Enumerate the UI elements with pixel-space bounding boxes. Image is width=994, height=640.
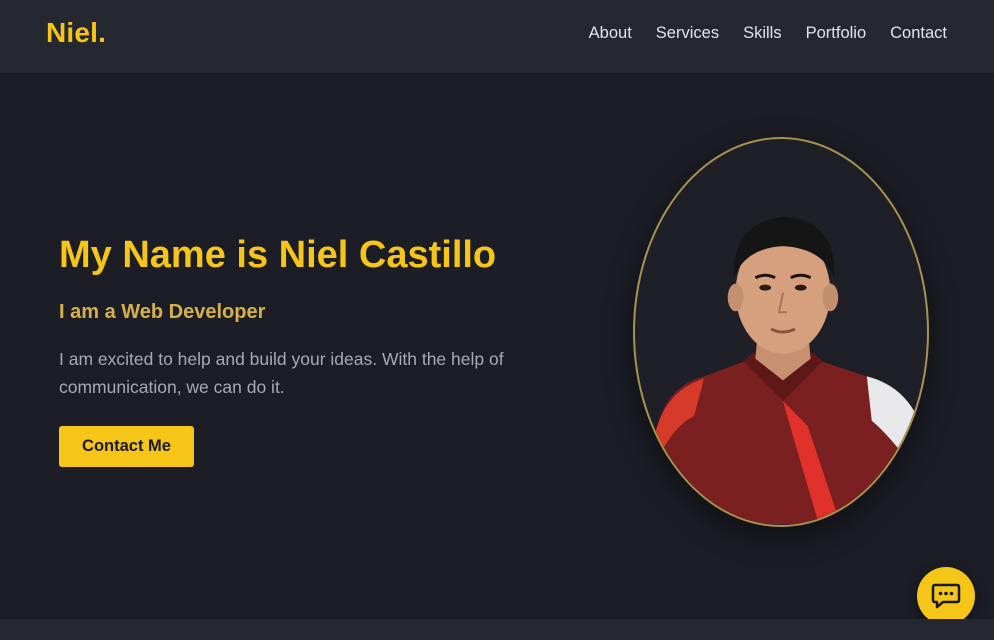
hero-description: I am excited to help and build your idea… bbox=[59, 349, 504, 397]
site-logo[interactable]: Niel. bbox=[46, 17, 106, 49]
navbar: Niel. About Services Skills Portfolio Co… bbox=[0, 0, 994, 73]
contact-me-button[interactable]: Contact Me bbox=[59, 426, 194, 467]
profile-photo-illustration bbox=[635, 216, 927, 525]
hero-subtitle: I am a Web Developer bbox=[59, 301, 266, 323]
nav-link-contact[interactable]: Contact bbox=[890, 24, 947, 43]
nav-link-about[interactable]: About bbox=[589, 24, 632, 43]
profile-photo bbox=[633, 137, 929, 527]
chat-bubble-icon bbox=[931, 583, 961, 609]
nav-link-skills[interactable]: Skills bbox=[743, 24, 782, 43]
nav-links: About Services Skills Portfolio Contact bbox=[589, 24, 947, 43]
footer-strip bbox=[0, 619, 994, 640]
hero-title: My Name is Niel Castillo bbox=[59, 234, 497, 276]
nav-link-services[interactable]: Services bbox=[656, 24, 719, 43]
chat-button[interactable] bbox=[917, 567, 975, 625]
nav-link-portfolio[interactable]: Portfolio bbox=[806, 24, 867, 43]
